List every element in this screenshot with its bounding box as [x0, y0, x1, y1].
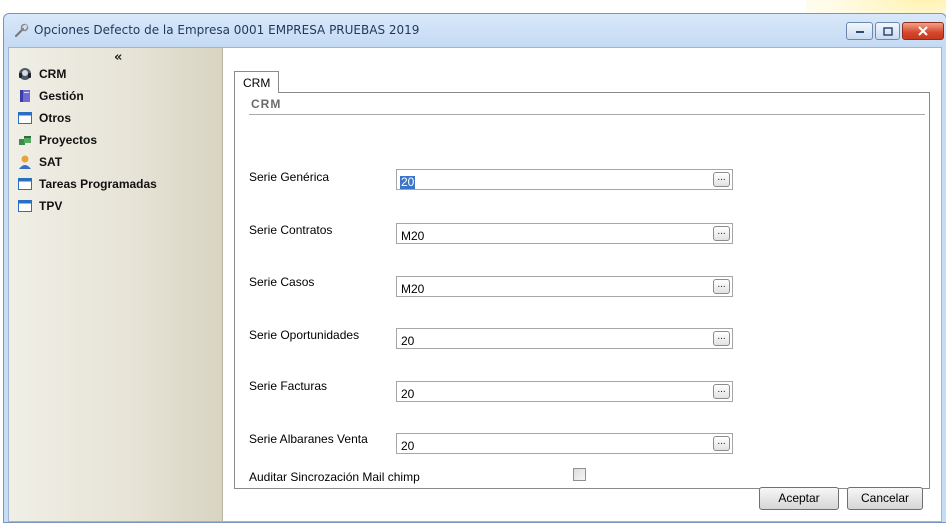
field-label-serie-contratos: Serie Contratos — [249, 223, 333, 237]
field-label-serie-generica: Serie Genérica — [249, 170, 330, 184]
sidebar-item-label: Gestión — [39, 89, 84, 103]
cubes-icon — [17, 132, 33, 148]
mailchimp-audit-checkbox[interactable] — [573, 468, 586, 481]
headset-icon — [17, 66, 33, 82]
sidebar-item-sat[interactable]: SAT — [17, 151, 217, 173]
checkbox-label-mailchimp: Auditar Sincrozación Mail chimp — [249, 470, 420, 484]
field-value: M20 — [401, 282, 425, 296]
sidebar-item-label: Tareas Programadas — [39, 177, 157, 191]
group-title: CRM — [251, 97, 282, 111]
lookup-button[interactable]: ... — [713, 331, 730, 346]
window-icon — [17, 198, 33, 214]
tab-control: CRM CRM Serie Genérica 20 ... Serie Cont… — [234, 71, 930, 489]
minimize-icon — [855, 31, 864, 33]
close-icon — [918, 26, 928, 36]
sidebar-item-label: SAT — [39, 155, 63, 169]
field-label-serie-casos: Serie Casos — [249, 275, 315, 289]
sidebar-item-label: Otros — [39, 111, 72, 125]
lookup-button[interactable]: ... — [713, 172, 730, 187]
sidebar-item-gestion[interactable]: Gestión — [17, 85, 217, 107]
lookup-button[interactable]: ... — [713, 226, 730, 241]
sidebar-item-otros[interactable]: Otros — [17, 107, 217, 129]
sidebar: « CRM Gestión Otros Proyectos SAT Tareas… — [9, 48, 223, 521]
field-value: M20 — [401, 229, 425, 243]
serie-casos-input[interactable]: M20 ... — [396, 276, 733, 297]
serie-contratos-input[interactable]: M20 ... — [396, 223, 733, 244]
maximize-button[interactable] — [875, 22, 900, 40]
field-label-serie-facturas: Serie Facturas — [249, 379, 328, 393]
serie-albaranes-venta-input[interactable]: 20 ... — [396, 433, 733, 454]
maximize-icon — [882, 26, 893, 36]
dialog-window: Opciones Defecto de la Empresa 0001 EMPR… — [3, 13, 946, 523]
field-label-serie-albaranes-venta: Serie Albaranes Venta — [249, 432, 368, 446]
field-value: 20 — [401, 334, 415, 348]
field-label-serie-oportunidades: Serie Oportunidades — [249, 328, 360, 342]
sidebar-nav: CRM Gestión Otros Proyectos SAT Tareas P… — [17, 62, 217, 217]
dialog-client-area: « CRM Gestión Otros Proyectos SAT Tareas… — [8, 47, 942, 522]
field-value: 20 — [401, 387, 415, 401]
wrench-icon — [14, 23, 29, 38]
field-value: 20 — [400, 175, 416, 189]
tab-panel-crm: CRM Serie Genérica 20 ... Serie Contrato… — [234, 92, 930, 489]
sidebar-item-tpv[interactable]: TPV — [17, 195, 217, 217]
sidebar-item-tareas-programadas[interactable]: Tareas Programadas — [17, 173, 217, 195]
cancel-button[interactable]: Cancelar — [847, 487, 923, 510]
sidebar-item-label: TPV — [39, 199, 63, 213]
window-icon — [17, 176, 33, 192]
sidebar-item-proyectos[interactable]: Proyectos — [17, 129, 217, 151]
lookup-button[interactable]: ... — [713, 436, 730, 451]
close-button[interactable] — [902, 22, 944, 40]
window-title: Opciones Defecto de la Empresa 0001 EMPR… — [34, 23, 420, 37]
tab-crm[interactable]: CRM — [234, 71, 280, 93]
serie-oportunidades-input[interactable]: 20 ... — [396, 328, 733, 349]
sidebar-item-crm[interactable]: CRM — [17, 62, 217, 85]
lookup-button[interactable]: ... — [713, 384, 730, 399]
sidebar-item-label: Proyectos — [39, 133, 98, 147]
serie-generica-input[interactable]: 20 ... — [396, 169, 733, 190]
serie-facturas-input[interactable]: 20 ... — [396, 381, 733, 402]
user-icon — [17, 154, 33, 170]
group-divider — [249, 114, 925, 115]
field-value: 20 — [401, 439, 415, 453]
window-icon — [17, 110, 33, 126]
title-bar[interactable]: Opciones Defecto de la Empresa 0001 EMPR… — [4, 14, 946, 47]
minimize-button[interactable] — [846, 22, 873, 40]
lookup-button[interactable]: ... — [713, 279, 730, 294]
book-icon — [17, 88, 33, 104]
sidebar-item-label: CRM — [39, 66, 67, 81]
accept-button[interactable]: Aceptar — [759, 487, 839, 510]
